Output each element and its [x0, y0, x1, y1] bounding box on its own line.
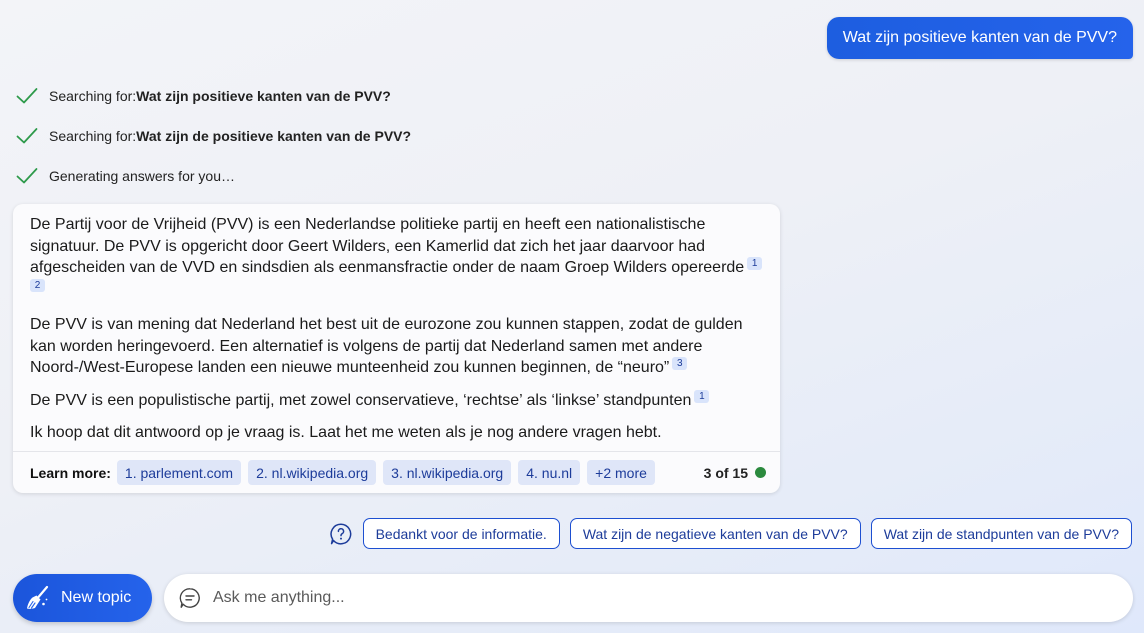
citation-link[interactable]: 3 — [672, 357, 688, 370]
answer-text: De Partij voor de Vrijheid (PVV) is een … — [30, 216, 745, 276]
response-counter-text: 3 of 15 — [703, 464, 748, 481]
citation-link[interactable]: 1 — [747, 257, 763, 270]
answer-card: De Partij voor de Vrijheid (PVV) is een … — [13, 204, 780, 493]
status-prefix: Generating answers for you… — [49, 168, 235, 184]
answer-paragraph: De PVV is een populistische partij, met … — [30, 389, 770, 412]
status-dot-icon — [755, 467, 766, 478]
suggestion-standpoints[interactable]: Wat zijn de standpunten van de PVV? — [870, 518, 1132, 549]
answer-text: De PVV is van mening dat Nederland het b… — [30, 316, 743, 376]
suggestion-negative-sides[interactable]: Wat zijn de negatieve kanten van de PVV? — [569, 518, 861, 549]
status-line-generating: Generating answers for you… — [16, 167, 235, 185]
check-icon — [16, 128, 38, 144]
card-divider — [13, 451, 780, 452]
response-counter: 3 of 15 — [704, 465, 766, 481]
answer-paragraph: Ik hoop dat dit antwoord op je vraag is.… — [30, 422, 770, 444]
check-icon — [16, 168, 38, 184]
status-prefix: Searching for: — [49, 88, 137, 104]
answer-text: De PVV is een populistische partij, met … — [30, 391, 692, 409]
suggestion-bar: Bedankt voor de informatie. Wat zijn de … — [329, 518, 1132, 549]
status-query: Wat zijn de positieve kanten van de PVV? — [136, 128, 412, 144]
chat-bubble-icon — [179, 588, 200, 608]
check-icon — [16, 88, 38, 104]
user-message-bubble: Wat zijn positieve kanten van de PVV? — [826, 17, 1133, 59]
learn-more-row: Learn more: 1. parlement.com 2. nl.wikip… — [30, 460, 766, 485]
status-line-search-2: Searching for: Wat zijn de positieve kan… — [16, 127, 411, 145]
source-link-parlement[interactable]: 1. parlement.com — [116, 460, 242, 485]
broom-icon — [27, 585, 49, 609]
status-prefix: Searching for: — [49, 128, 137, 144]
source-link-nu[interactable]: 4. nu.nl — [518, 460, 581, 485]
citation-link[interactable]: 2 — [30, 278, 45, 292]
status-query: Wat zijn positieve kanten van de PVV? — [136, 88, 391, 104]
answer-body: De Partij voor de Vrijheid (PVV) is een … — [30, 214, 770, 444]
ask-input[interactable] — [213, 589, 1093, 607]
answer-text: Ik hoop dat dit antwoord op je vraag is.… — [30, 424, 662, 441]
ask-box — [164, 574, 1133, 622]
learn-more-label: Learn more: — [30, 464, 111, 481]
new-topic-button[interactable]: New topic — [13, 574, 152, 622]
question-bubble-icon[interactable] — [329, 522, 353, 546]
citation-link[interactable]: 1 — [694, 389, 710, 403]
suggestion-thanks[interactable]: Bedankt voor de informatie. — [362, 518, 560, 549]
more-sources-button[interactable]: +2 more — [587, 460, 655, 485]
status-line-search-1: Searching for: Wat zijn positieve kanten… — [16, 87, 391, 105]
answer-paragraph: De PVV is van mening dat Nederland het b… — [30, 314, 770, 379]
source-link-wikipedia-3[interactable]: 3. nl.wikipedia.org — [383, 460, 512, 485]
new-topic-label: New topic — [61, 589, 132, 606]
answer-paragraph: De Partij voor de Vrijheid (PVV) is een … — [30, 214, 770, 300]
user-message-text: Wat zijn positieve kanten van de PVV? — [842, 29, 1117, 46]
source-link-wikipedia-2[interactable]: 2. nl.wikipedia.org — [248, 460, 377, 485]
